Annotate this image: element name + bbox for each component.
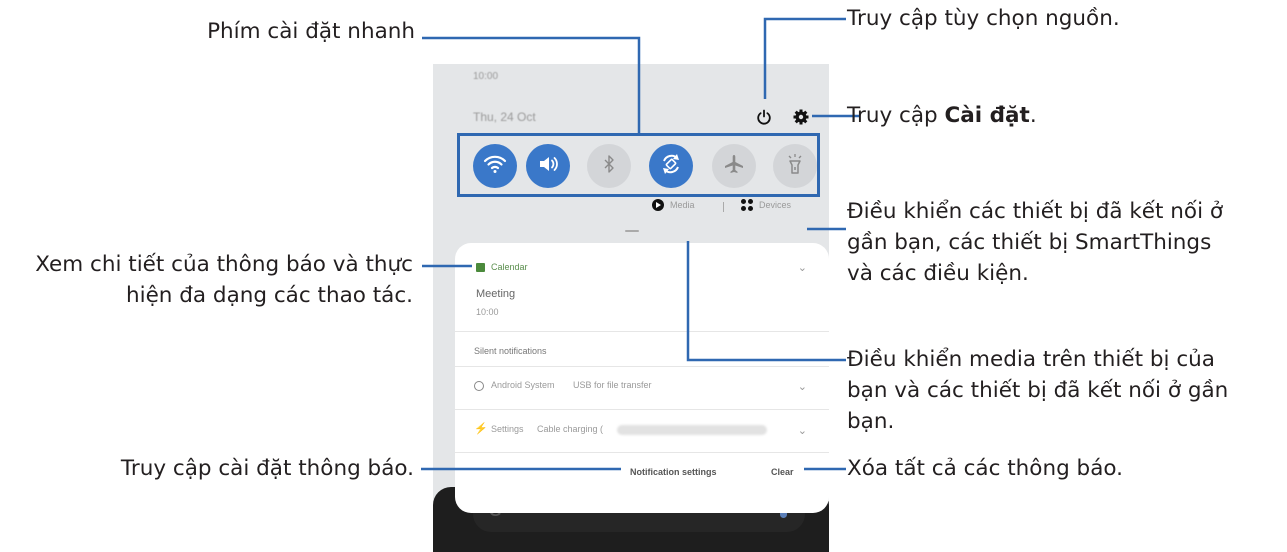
media-callout-line: Điều khiển media trên thiết bị của: [847, 347, 1215, 372]
media-callout-line: bạn.: [847, 409, 895, 434]
callout-line-media: [686, 241, 846, 362]
media-callout-line: bạn và các thiết bị đã kết nối ở gần: [847, 378, 1229, 403]
devices-callout-line: gần bạn, các thiết bị SmartThings: [847, 230, 1212, 255]
callout-line-power: [763, 17, 846, 99]
devices-callout-line: và các điều kiện.: [847, 261, 1029, 286]
settings-label-prefix: Truy cập: [847, 103, 945, 128]
callout-line-quick-settings: [422, 36, 641, 134]
settings-label-suffix: .: [1029, 103, 1037, 128]
quick-settings-label: Phím cài đặt nhanh: [207, 19, 415, 44]
notification-detail-line: hiện đa dạng các thao tác.: [125, 283, 413, 308]
notification-detail-callout: Xem chi tiết của thông báo và thực hiện …: [35, 249, 413, 311]
power-options-label: Truy cập tùy chọn nguồn.: [847, 6, 1120, 31]
notification-detail-line: Xem chi tiết của thông báo và thực: [35, 252, 413, 277]
settings-label-bold: Cài đặt: [944, 103, 1030, 128]
settings-label: Truy cập Cài đặt.: [847, 100, 1037, 131]
devices-callout-line: Điều khiển các thiết bị đã kết nối ở: [847, 199, 1224, 224]
devices-callout: Điều khiển các thiết bị đã kết nối ở gần…: [847, 196, 1223, 289]
notification-settings-label: Truy cập cài đặt thông báo.: [120, 456, 414, 481]
media-callout: Điều khiển media trên thiết bị của bạn v…: [847, 344, 1228, 437]
clear-all-label: Xóa tất cả các thông báo.: [847, 456, 1123, 481]
